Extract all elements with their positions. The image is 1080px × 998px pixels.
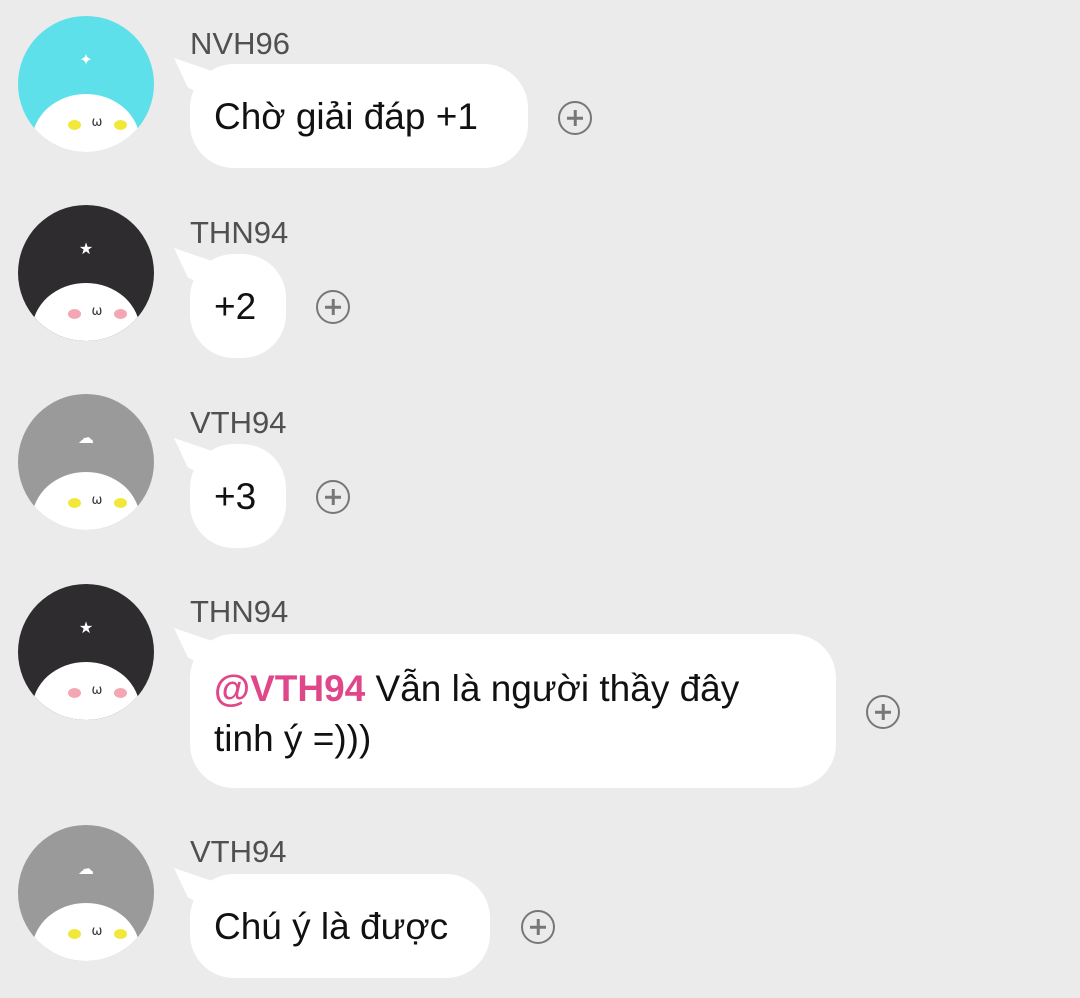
add-reaction-button[interactable]: [558, 101, 592, 135]
message-text: Chú ý là được: [214, 906, 449, 947]
sender-name: VTH94: [190, 405, 287, 440]
cheek-right: [114, 120, 127, 130]
cheek-right: [114, 309, 127, 319]
sender-name: THN94: [190, 215, 289, 250]
avatar[interactable]: ☁ ω: [18, 394, 154, 530]
sender-name: THN94: [190, 594, 289, 629]
mouth-icon: ω: [91, 924, 103, 939]
cheek-left: [68, 688, 81, 698]
message-bubble[interactable]: Chú ý là được: [190, 874, 490, 978]
star-icon: ★: [78, 618, 94, 637]
cheek-right: [114, 929, 127, 939]
message-bubble[interactable]: +3: [190, 444, 286, 548]
cloud-rain-icon: ☁: [78, 859, 94, 878]
message-text: Chờ giải đáp +1: [214, 96, 478, 137]
avatar[interactable]: ★ ω: [18, 205, 154, 341]
message-bubble[interactable]: Chờ giải đáp +1: [190, 64, 528, 168]
add-reaction-button[interactable]: [866, 695, 900, 729]
cheek-left: [68, 120, 81, 130]
sparkle-icon: ✦: [79, 50, 93, 69]
message-line: @VTH94 Vẫn là người thầy đây: [214, 664, 816, 714]
message-text: Vẫn là người thầy đây: [365, 668, 740, 709]
mouth-icon: ω: [91, 493, 103, 508]
mouth-icon: ω: [91, 683, 103, 698]
sender-name: VTH94: [190, 834, 287, 869]
avatar[interactable]: ✦ ω: [18, 16, 154, 152]
mouth-icon: ω: [91, 115, 103, 130]
cheek-left: [68, 498, 81, 508]
sender-name: NVH96: [190, 26, 290, 61]
add-reaction-button[interactable]: [316, 480, 350, 514]
add-reaction-button[interactable]: [521, 910, 555, 944]
cheek-left: [68, 309, 81, 319]
add-reaction-button[interactable]: [316, 290, 350, 324]
message-text: +2: [214, 286, 257, 327]
message-bubble[interactable]: @VTH94 Vẫn là người thầy đây tinh ý =))): [190, 634, 836, 788]
message-bubble[interactable]: +2: [190, 254, 286, 358]
cloud-rain-icon: ☁: [78, 428, 94, 447]
avatar[interactable]: ☁ ω: [18, 825, 154, 961]
cheek-left: [68, 929, 81, 939]
star-icon: ★: [78, 239, 94, 258]
message-line: tinh ý =))): [214, 718, 372, 759]
avatar[interactable]: ★ ω: [18, 584, 154, 720]
cheek-right: [114, 688, 127, 698]
mouth-icon: ω: [91, 304, 103, 319]
message-text: +3: [214, 476, 257, 517]
mention-link[interactable]: @VTH94: [214, 668, 365, 709]
cheek-right: [114, 498, 127, 508]
